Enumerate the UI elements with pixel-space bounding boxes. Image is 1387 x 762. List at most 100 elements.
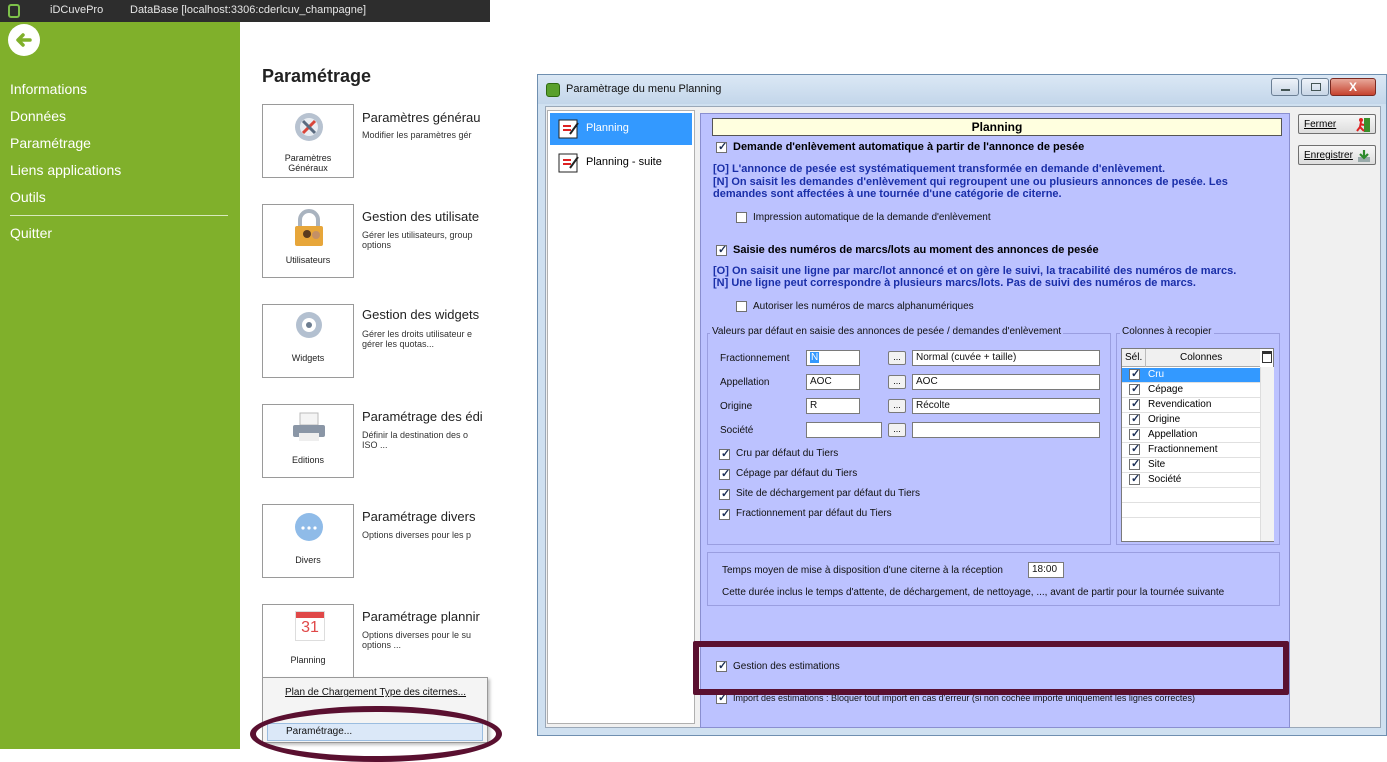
tile-parametres-generaux[interactable]: Paramètres Généraux [262, 104, 354, 178]
settings-tools-icon [295, 113, 323, 141]
lots-entry-checkbox[interactable] [716, 243, 727, 256]
row-checkbox[interactable] [1129, 457, 1140, 470]
row-name: Appellation [1148, 429, 1198, 440]
tile-label: Widgets [291, 353, 325, 363]
row-checkbox[interactable] [1129, 367, 1140, 380]
alphanumeric-label: Autoriser les numéros de marcs alphanumé… [753, 301, 974, 312]
tile-divers[interactable]: Divers [262, 504, 354, 578]
row-name: Site [1148, 459, 1166, 470]
row-checkbox[interactable] [1129, 397, 1140, 410]
table-row[interactable]: Site [1122, 457, 1260, 473]
defaults-group-label: Valeurs par défaut en saisie des annonce… [710, 326, 1064, 337]
tile-heading: Paramétrage divers [362, 509, 476, 524]
col-header-name: Colonnes [1180, 352, 1223, 363]
societe-lookup-button[interactable]: ... [888, 423, 906, 437]
table-row[interactable]: Cépage [1122, 382, 1260, 398]
default-site-checkbox[interactable] [719, 487, 730, 500]
row-checkbox[interactable] [1129, 442, 1140, 455]
dialog-title: Paramètrage du menu Planning [566, 83, 722, 95]
default-cru-label: Cru par défaut du Tiers [736, 448, 839, 459]
trash-icon[interactable] [1262, 351, 1272, 363]
lots-help-n: [N] Une ligne peut correspondre à plusie… [713, 277, 1196, 289]
widget-gear-icon [296, 312, 322, 338]
fractionnement-desc-input[interactable]: Normal (cuvée + taille) [912, 350, 1100, 366]
sidebar-item-donnees[interactable]: Données [10, 108, 66, 124]
calendar-icon: 31 [295, 611, 325, 641]
societe-label: Société [720, 425, 754, 436]
columns-group-label: Colonnes à recopier [1120, 326, 1214, 337]
auto-removal-checkbox[interactable] [716, 140, 727, 153]
minimize-button[interactable] [1271, 78, 1299, 96]
highlight-ellipse [250, 706, 502, 762]
auto-removal-help-n2: demandes sont affectées à une tournée d'… [713, 188, 1062, 200]
table-row[interactable]: Revendication [1122, 397, 1260, 413]
tile-heading: Paramétrage plannir [362, 609, 480, 624]
section-item-label: Planning [586, 122, 629, 134]
auto-removal-help-n: [N] On saisit les demandes d'enlèvement … [713, 176, 1228, 188]
appellation-label: Appellation [720, 377, 770, 388]
sidebar-item-informations[interactable]: Informations [10, 81, 87, 97]
societe-desc-input[interactable] [912, 422, 1100, 438]
close-button[interactable]: X [1330, 78, 1376, 96]
menu-item-plan-chargement[interactable]: Plan de Chargement Type des citernes... [285, 687, 466, 698]
app-titlebar: iDCuvePro DataBase [localhost:3306:cderl… [0, 0, 490, 22]
row-checkbox[interactable] [1129, 412, 1140, 425]
tile-widgets[interactable]: Widgets [262, 304, 354, 378]
columns-scrollbar[interactable] [1260, 367, 1274, 541]
tile-planning[interactable]: 31 Planning [262, 604, 354, 678]
close-dialog-button[interactable]: Fermer [1298, 114, 1376, 134]
sidebar-item-parametrage[interactable]: Paramétrage [10, 135, 91, 151]
tile-label: Editions [291, 455, 325, 465]
tile-heading: Gestion des widgets [362, 307, 480, 322]
sidebar-item-quitter[interactable]: Quitter [10, 225, 52, 241]
tile-description: Options diverses pour les p [362, 530, 472, 540]
origine-desc-input[interactable]: Récolte [912, 398, 1100, 414]
appellation-lookup-button[interactable]: ... [888, 375, 906, 389]
tank-time-input[interactable]: 18:00 [1028, 562, 1064, 578]
lots-help-o: [O] On saisit une ligne par marc/lot ann… [713, 265, 1237, 277]
appellation-code-input[interactable]: AOC [806, 374, 860, 390]
save-button[interactable]: Enregistrer [1298, 145, 1376, 165]
tile-description: Définir la destination des o ISO ... [362, 430, 469, 450]
sidebar-item-liens-applications[interactable]: Liens applications [10, 162, 121, 178]
tile-utilisateurs[interactable]: Utilisateurs [262, 204, 354, 278]
societe-code-input[interactable] [806, 422, 882, 438]
default-cru-checkbox[interactable] [719, 447, 730, 460]
auto-removal-help-o: [O] L'annonce de pesée est systématiquem… [713, 163, 1166, 175]
sidebar-item-outils[interactable]: Outils [10, 189, 46, 205]
tile-label: Utilisateurs [285, 255, 331, 265]
section-item-planning-suite[interactable]: Planning - suite [550, 147, 692, 179]
tile-editions[interactable]: Editions [262, 404, 354, 478]
origine-lookup-button[interactable]: ... [888, 399, 906, 413]
fractionnement-code-input[interactable]: N [806, 350, 860, 366]
bubble-icon [295, 513, 323, 541]
auto-print-label: Impression automatique de la demande d'e… [753, 212, 991, 223]
origine-code-input[interactable]: R [806, 398, 860, 414]
default-cepage-checkbox[interactable] [719, 467, 730, 480]
auto-print-checkbox[interactable] [736, 212, 747, 223]
table-row[interactable]: Cru [1122, 367, 1260, 383]
maximize-button[interactable] [1301, 78, 1329, 96]
default-fractionnement-checkbox[interactable] [719, 507, 730, 520]
row-name: Fractionnement [1148, 444, 1218, 455]
row-checkbox[interactable] [1129, 427, 1140, 440]
table-row[interactable]: Appellation [1122, 427, 1260, 443]
row-checkbox[interactable] [1129, 472, 1140, 485]
alphanumeric-checkbox[interactable] [736, 301, 747, 312]
sidebar: Informations Données Paramétrage Liens a… [0, 22, 240, 749]
row-checkbox[interactable] [1129, 382, 1140, 395]
save-label: Enregistrer [1304, 150, 1353, 161]
table-row[interactable]: Société [1122, 472, 1260, 488]
sidebar-divider [10, 215, 228, 216]
back-arrow-icon[interactable] [8, 24, 40, 56]
columns-table: Sél. Colonnes Cru Cépage Revendication O… [1121, 348, 1274, 542]
fractionnement-lookup-button[interactable]: ... [888, 351, 906, 365]
appellation-desc-input[interactable]: AOC [912, 374, 1100, 390]
row-name: Cépage [1148, 384, 1184, 395]
table-row[interactable]: Origine [1122, 412, 1260, 428]
table-row[interactable]: Fractionnement [1122, 442, 1260, 458]
users-lock-icon [295, 209, 323, 246]
row-name: Cru [1148, 369, 1165, 380]
section-item-planning[interactable]: Planning [550, 113, 692, 145]
tile-description: Gérer les utilisateurs, group options [362, 230, 473, 250]
